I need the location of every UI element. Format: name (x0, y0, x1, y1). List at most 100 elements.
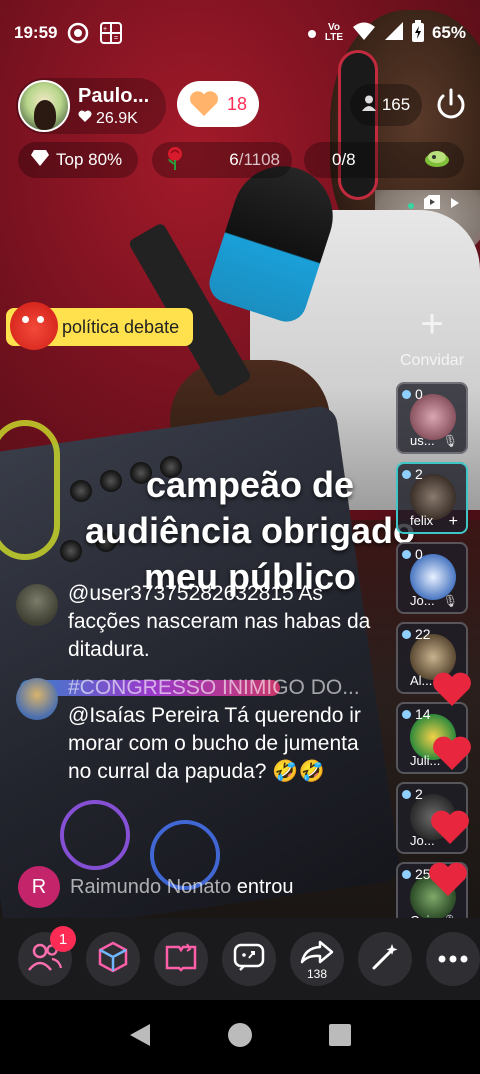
invite-label: Convidar (399, 352, 465, 369)
rose-goal: /1108 (238, 150, 280, 169)
system-navigation-bar (0, 1000, 480, 1074)
guest-slot[interactable]: 0 Jo... 🎙 (396, 542, 468, 614)
rose-progress: 6 (229, 150, 239, 169)
slots-count: 0/8 (332, 150, 356, 169)
invite-button[interactable]: + Convidar (396, 304, 468, 374)
comment-feed[interactable]: @user37375282632815 As facções nasceram … (16, 580, 386, 796)
guest-name: felix (410, 513, 434, 528)
guest-list: 0 us... 🎙 2 felix + 0 Jo... 🎙 22 Al... +… (396, 382, 470, 942)
guests-button[interactable]: 1 (18, 926, 76, 986)
floating-heart-icon (433, 672, 471, 706)
diamond-icon (30, 149, 50, 172)
joiner-avatar[interactable]: R (18, 866, 60, 908)
status-bar: 19:59 + = Vo LTE 65% (0, 0, 480, 66)
guest-count: 22 (402, 626, 431, 642)
rose-goal-badge[interactable]: 6/1108 (152, 142, 292, 178)
cube-icon (96, 940, 130, 979)
person-icon (361, 95, 376, 116)
comment-text: @Isaías Pereira Tá querendo ir morar com… (68, 704, 361, 783)
guest-name: us... (410, 433, 435, 448)
message-button[interactable] (222, 932, 276, 986)
home-icon[interactable] (227, 1022, 253, 1053)
caption-line-1: campeão de (145, 464, 355, 505)
svg-text:+: + (103, 26, 107, 33)
chat-icon (232, 942, 266, 977)
book-icon (165, 942, 197, 977)
live-toolbar: 1 138 (0, 918, 480, 1000)
battery-percent: 65% (431, 23, 466, 42)
turtle-icon (422, 147, 452, 174)
joiner-name: Raimundo Nonato (70, 875, 232, 898)
more-dots-icon (438, 950, 468, 968)
add-icon[interactable]: + (449, 513, 458, 531)
more-button[interactable] (426, 932, 480, 986)
guest-count: 0 (402, 546, 423, 562)
comment-item[interactable]: @user37375282632815 As facções nasceram … (16, 580, 386, 664)
guest-count: 2 (402, 786, 423, 802)
floating-heart-icon (431, 810, 469, 844)
host-likes-count: 26.9K (96, 109, 138, 127)
guest-name: Jo... (410, 593, 435, 608)
share-count: 138 (306, 967, 328, 981)
guest-count: 25 (402, 866, 431, 882)
magic-wand-icon (370, 942, 400, 977)
orange-heart-icon (189, 91, 219, 117)
magic-wand-button[interactable] (358, 932, 412, 986)
heart-icon (78, 110, 92, 128)
topic-tag[interactable]: política debate (6, 302, 194, 350)
guest-name: Al... (410, 673, 433, 688)
guest-count: 2 (402, 466, 423, 482)
status-time: 19:59 (14, 23, 58, 42)
share-arrow-icon (300, 940, 334, 969)
guest-slots-badge[interactable]: 0/8 (304, 142, 464, 178)
guest-count: 14 (402, 706, 431, 722)
commenter-avatar[interactable] (16, 584, 58, 626)
svg-text:=: = (114, 35, 118, 42)
fan-club-button[interactable]: 18 (177, 81, 259, 127)
floating-heart-icon (429, 862, 467, 896)
viewer-count: 165 (381, 95, 411, 114)
rank-badge[interactable]: Top 80% (18, 142, 138, 178)
signal-icon (384, 21, 404, 46)
battery-icon (411, 19, 424, 47)
viewer-count-pill[interactable]: 165 (350, 84, 422, 126)
join-notice: R Raimundo Nonato entrou (18, 866, 294, 908)
video-camera-icon[interactable] (422, 192, 442, 217)
guide-book-button[interactable] (154, 932, 208, 986)
play-arrow-icon[interactable] (450, 196, 460, 214)
volte-label: Vo LTE (324, 22, 344, 43)
topic-label: política debate (62, 316, 180, 337)
mic-off-icon: 🎙 (442, 594, 458, 608)
rose-icon (164, 146, 186, 175)
power-icon[interactable] (432, 86, 470, 124)
commenter-avatar[interactable] (16, 678, 58, 720)
comment-text: @user37375282632815 As facções nasceram … (68, 582, 371, 661)
comment-item[interactable]: #CONGRESSO INIMIGO DO... @Isaías Pereira… (16, 674, 386, 786)
back-icon[interactable] (128, 1022, 152, 1053)
guest-count: 0 (402, 386, 423, 402)
dot-indicator-icon (307, 23, 316, 43)
live-indicators (408, 192, 460, 217)
join-action: entrou (236, 875, 294, 898)
calculator-icon: + = (99, 21, 123, 45)
plus-icon: + (420, 302, 444, 346)
mascot-icon (10, 302, 58, 350)
mic-off-icon: 🎙 (442, 434, 458, 448)
recents-icon[interactable] (328, 1023, 352, 1052)
caption-line-2: audiência obrigado (84, 510, 416, 551)
fan-club-count: 18 (226, 93, 248, 114)
guest-slot[interactable]: 2 felix + (396, 462, 468, 534)
host-avatar[interactable] (18, 80, 70, 132)
floating-heart-icon (433, 736, 471, 770)
green-dot-icon (408, 196, 414, 214)
notification-badge: 1 (50, 926, 76, 952)
wifi-icon (352, 21, 376, 46)
screen-record-icon (67, 22, 89, 44)
rank-label: Top 80% (56, 150, 123, 169)
commenter-name: #CONGRESSO INIMIGO DO... (68, 676, 360, 699)
host-profile[interactable]: Paulo... 26.9K (16, 78, 166, 134)
effects-button[interactable] (86, 932, 140, 986)
share-button[interactable]: 138 (290, 932, 344, 986)
guest-slot[interactable]: 0 us... 🎙 (396, 382, 468, 454)
host-name: Paulo... (78, 84, 150, 107)
